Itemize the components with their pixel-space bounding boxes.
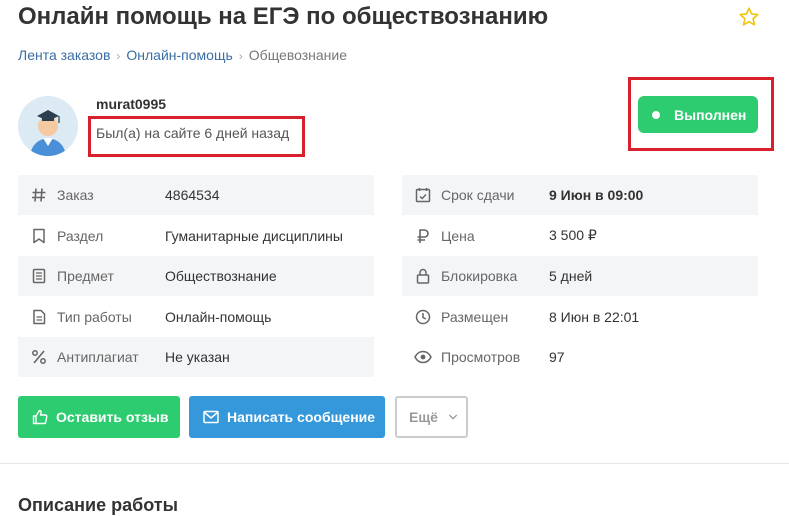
chevron-right-icon: › (116, 49, 121, 63)
detail-value: 8 Июн в 22:01 (549, 308, 640, 325)
detail-row-views: Просмотров 97 (402, 337, 758, 377)
detail-label: Просмотров (441, 349, 521, 365)
document-icon (30, 308, 48, 326)
clock-icon (414, 308, 432, 326)
detail-label: Блокировка (441, 268, 518, 284)
book-icon (30, 267, 48, 285)
detail-value: Не указан (165, 349, 230, 365)
avatar[interactable] (18, 96, 78, 156)
breadcrumb-item-feed[interactable]: Лента заказов (18, 47, 110, 63)
detail-row-posted: Размещен 8 Июн в 22:01 (402, 297, 758, 337)
detail-label: Тип работы (57, 308, 132, 325)
detail-value: Онлайн-помощь (165, 308, 272, 325)
detail-value: 4864534 (165, 187, 220, 203)
graduate-avatar-icon (18, 96, 78, 156)
detail-row-deadline: Срок сдачи 9 Июн в 09:00 (402, 175, 758, 215)
leave-review-label: Оставить отзыв (56, 409, 169, 425)
ruble-icon (414, 227, 432, 245)
username[interactable]: murat0995 (96, 96, 166, 112)
bookmark-icon (30, 227, 48, 245)
detail-row-block: Блокировка 5 дней (402, 256, 758, 296)
detail-label: Размещен (441, 308, 509, 325)
detail-value: 9 Июн в 09:00 (549, 187, 644, 203)
detail-value: 5 дней (549, 268, 593, 284)
send-message-label: Написать сообщение (227, 409, 376, 425)
breadcrumb-item-online-help[interactable]: Онлайн-помощь (126, 47, 232, 63)
detail-row-section: Раздел Гуманитарные дисциплины (18, 216, 374, 256)
detail-label: Срок сдачи (441, 187, 515, 203)
favorite-star-icon[interactable] (738, 6, 760, 28)
page-title: Онлайн помощь на ЕГЭ по обществознанию (18, 3, 549, 30)
status-label: Выполнен (674, 106, 747, 123)
detail-value: Обществознание (165, 268, 277, 284)
status-dot-icon (652, 110, 660, 119)
detail-row-price: Цена 3 500 ₽ (402, 216, 758, 256)
detail-label: Цена (441, 227, 475, 244)
hash-icon (30, 186, 48, 204)
detail-label: Антиплагиат (57, 349, 139, 365)
detail-row-work-type: Тип работы Онлайн-помощь (18, 297, 374, 337)
breadcrumb-item-current: Общевознание (248, 47, 348, 63)
more-dropdown-button[interactable]: Ещё (395, 396, 468, 438)
breadcrumb: Лента заказов › Онлайн-помощь › Общевознание (18, 47, 347, 63)
calendar-check-icon (414, 186, 432, 204)
percent-icon (30, 348, 48, 366)
detail-row-antiplagiarism: Антиплагиат Не указан (18, 337, 374, 377)
detail-label: Заказ (57, 187, 94, 203)
send-message-button[interactable]: Написать сообщение (189, 396, 385, 438)
detail-row-order: Заказ 4864534 (18, 175, 374, 215)
more-label: Ещё (409, 409, 438, 425)
eye-icon (414, 348, 432, 366)
thumbs-up-icon (32, 409, 48, 425)
chevron-right-icon: › (238, 49, 243, 63)
detail-row-subject: Предмет Обществознание (18, 256, 374, 296)
order-details-left: Заказ 4864534 Раздел Гуманитарные дисцип… (18, 175, 374, 378)
detail-value: Гуманитарные дисциплины (165, 227, 343, 244)
section-divider (0, 463, 789, 464)
detail-value: 3 500 ₽ (549, 227, 597, 243)
last-seen-text: Был(а) на сайте 6 дней назад (96, 125, 290, 141)
detail-value: 97 (549, 349, 565, 365)
chevron-down-icon (448, 414, 458, 420)
detail-label: Предмет (57, 268, 114, 284)
leave-review-button[interactable]: Оставить отзыв (18, 396, 180, 438)
status-badge: Выполнен (638, 96, 758, 133)
order-details-right: Срок сдачи 9 Июн в 09:00 Цена 3 500 ₽ Бл… (402, 175, 758, 378)
lock-icon (414, 267, 432, 285)
detail-label: Раздел (57, 227, 104, 244)
envelope-icon (203, 410, 219, 424)
